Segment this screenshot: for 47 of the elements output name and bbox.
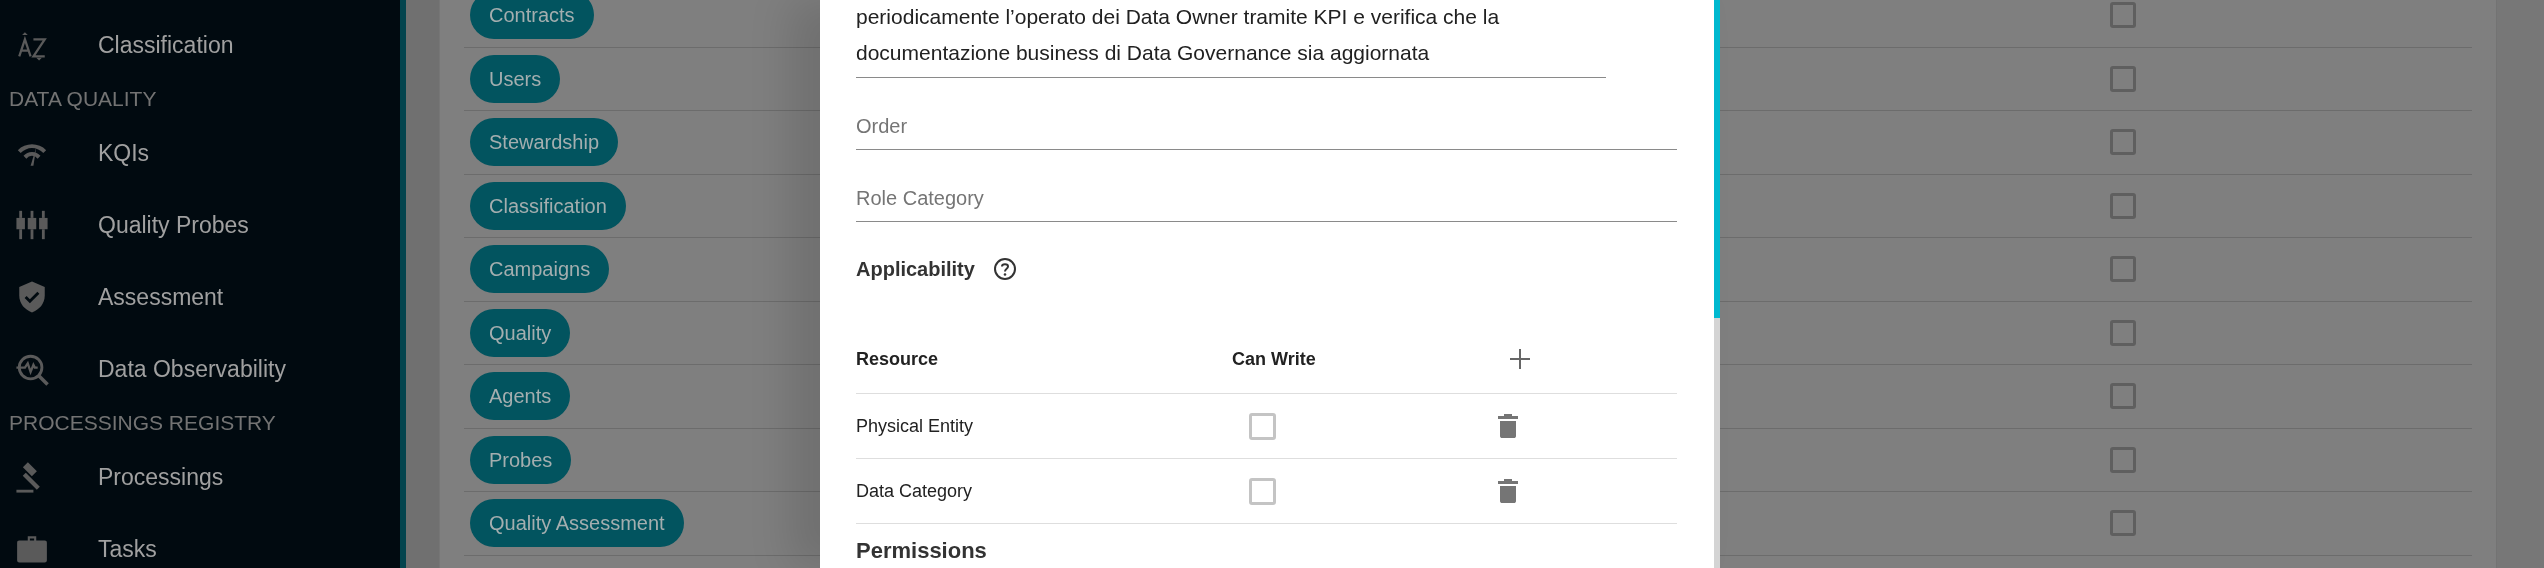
checkbox[interactable] [2110,319,2136,346]
sidebar-item[interactable]: Data Observability [0,333,400,405]
section-heading: PROCESSINGS REGISTRY [8,410,277,436]
sidebar-item[interactable]: Quality Probes [0,189,400,261]
checkbox[interactable] [2110,2,2136,29]
table-cell-text: Data Category [856,480,974,502]
trash-icon [1497,413,1519,439]
sidebar-item[interactable]: Tasks [0,513,400,568]
sidebar-item[interactable]: Processings [0,441,400,513]
add-button[interactable] [1509,348,1531,370]
sidebar-item[interactable]: KQIs [0,117,400,189]
delete-button[interactable] [1497,478,1519,504]
search-pulse-icon [15,352,49,386]
sidebar-item[interactable]: Classification [0,9,400,81]
tag-chip[interactable]: Contracts [470,0,594,40]
checkbox[interactable] [2110,256,2136,283]
checkbox[interactable] [2110,510,2136,537]
section-heading: DATA QUALITY [8,86,158,112]
checkbox[interactable] [1249,412,1276,440]
checkbox[interactable] [2110,446,2136,473]
tag-chip[interactable]: Quality Assessment [470,499,684,548]
section-title: Permissions [856,538,988,564]
checkbox[interactable] [2110,65,2136,92]
input-field[interactable]: Role Category [856,150,1677,222]
trash-icon [1497,478,1519,504]
tag-chip[interactable]: Stewardship [470,118,619,167]
checkbox[interactable] [1249,477,1276,505]
help-icon [992,257,1017,281]
tag-chip[interactable]: Probes [470,435,572,484]
checkbox[interactable] [2110,383,2136,410]
column-header: Resource [856,348,940,370]
section-title: Applicability [856,257,975,281]
tag-chip[interactable]: Campaigns [470,245,610,294]
table-cell-text: Physical Entity [856,415,975,437]
add-icon [1509,348,1531,370]
tag-chip[interactable]: Quality [470,308,571,357]
checkbox[interactable] [2110,192,2136,219]
sidebar-item[interactable]: Assessment [0,261,400,333]
delete-button[interactable] [1497,413,1519,439]
input-field[interactable]: Order [856,78,1677,150]
tag-chip[interactable]: Users [470,54,561,103]
checkbox[interactable] [2110,129,2136,156]
column-header: Can Write [1232,348,1317,370]
tag-chip[interactable]: Agents [470,372,571,421]
probes-icon [15,208,49,242]
tag-chip[interactable]: Classification [470,181,626,230]
description-field[interactable]: periodicamente l’operato dei Data Owner tramite KPI e verifica che la documentazione business di Data Governance sia aggiornata [856,0,1606,78]
